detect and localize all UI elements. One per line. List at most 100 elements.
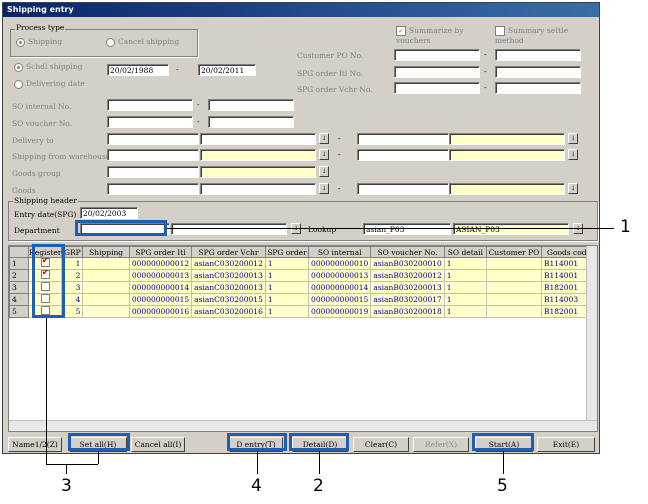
horizontal-scrollbar[interactable] (9, 420, 597, 431)
table-row[interactable]: 3 3 000000000014 asianC030200013 1 0000000000… (9, 281, 597, 294)
cancel-all-button[interactable]: Cancel all(I) (131, 437, 185, 452)
name-toggle-button[interactable]: Name1/2(Z) (8, 437, 62, 452)
warehouse-code-to[interactable] (357, 149, 449, 161)
callout-line-1 (167, 228, 614, 229)
delivery-to-lookup-button-2[interactable]: ↓ (568, 133, 578, 144)
delivery-to-label: Delivery to (12, 136, 54, 145)
window-title: Shipping entry (3, 3, 599, 17)
cell-ord: 1 (264, 293, 310, 306)
spg-order-itl-from[interactable] (394, 66, 480, 78)
exit-button[interactable]: Exit(E) (537, 437, 595, 452)
callout-3: 3 (61, 476, 72, 496)
cell-cpo (485, 257, 542, 270)
spg-order-itl-to[interactable] (495, 66, 581, 78)
cell-sod: 1 (443, 257, 487, 270)
grid-column-header[interactable]: SPG order (264, 246, 310, 258)
spg-order-vchr-from[interactable] (394, 82, 480, 94)
date-to-field[interactable]: 20/02/2011 (198, 64, 256, 76)
delivery-to-code-from[interactable] (107, 133, 199, 145)
refer-button[interactable]: Refer(X) (413, 437, 469, 452)
grid-header-row: Register GRP Shipping SPG order Itl SPG orde… (9, 246, 597, 258)
vertical-scrollbar[interactable] (586, 246, 597, 431)
so-internal-to[interactable] (208, 99, 294, 111)
grid-column-header[interactable]: Shipping (82, 246, 130, 258)
warehouse-code-from[interactable] (107, 149, 199, 161)
cell-ord: 1 (264, 269, 310, 282)
so-voucher-to[interactable] (208, 116, 294, 128)
radio-cancel-shipping[interactable]: Cancel shipping (106, 37, 179, 47)
cell-sod: 1 (443, 281, 487, 294)
table-row[interactable]: 5 5 000000000016 asianC030200016 1 0000000000… (9, 305, 597, 318)
cell-cpo (485, 281, 542, 294)
table-row[interactable]: 11000000000012asianC03020001210000000000… (9, 257, 597, 270)
department-highlight (75, 220, 167, 236)
warehouse-name-to (449, 149, 565, 161)
shipping-header-label: Shipping header (13, 196, 78, 205)
warehouse-lookup-button[interactable]: ↓ (319, 149, 329, 160)
goods-lookup-button-2[interactable]: ↓ (568, 183, 578, 194)
lookup-name-field: ASIAN_P03 (453, 223, 569, 235)
spg-order-itl-label: SPG order Itl No. (297, 69, 363, 78)
goods-group-name (200, 166, 316, 178)
entry-date-field[interactable]: 20/02/2003 (80, 207, 138, 219)
grid-column-header[interactable]: SO voucher No. (370, 246, 445, 258)
table-row[interactable]: 4 4 000000000015 asianC030200015 1 0000000000… (9, 293, 597, 306)
customer-po-to[interactable] (495, 49, 581, 61)
summary-settle-method-checkbox[interactable]: Summary settle method (495, 26, 585, 45)
cell-soi: 000000000013 (308, 269, 372, 282)
goods-code-to[interactable] (357, 183, 449, 195)
cell-sov: asianB030200012 (370, 269, 445, 282)
grid-column-header[interactable]: SPG order Vchr (191, 246, 266, 258)
goods-code-from[interactable] (107, 183, 199, 195)
summarize-by-vouchers-checkbox[interactable]: ✓ Summarize by vouchers (396, 26, 476, 45)
cell-soi: 000000000019 (308, 305, 372, 318)
cell-sod: 1 (443, 293, 487, 306)
delivery-to-lookup-button[interactable]: ↓ (319, 133, 329, 144)
clear-button[interactable]: Clear(C) (353, 437, 409, 452)
goods-group-code[interactable] (107, 166, 199, 178)
radio-icon (16, 37, 25, 47)
table-row[interactable]: 22000000000013asianC03020001310000000000… (9, 269, 597, 282)
so-voucher-from[interactable] (107, 116, 193, 128)
cell-cpo (485, 305, 542, 318)
empty-row (10, 398, 597, 408)
empty-row (10, 358, 597, 368)
goods-group-lookup-button[interactable]: ↓ (319, 166, 329, 177)
cell-sov: asianB030200013 (370, 281, 445, 294)
spg-order-vchr-label: SPG order Vchr No. (297, 85, 373, 94)
range-separator: - (176, 65, 179, 74)
callout-line-4 (257, 451, 258, 474)
grid-column-header[interactable]: SPG order Itl (128, 246, 193, 258)
spg-order-vchr-to[interactable] (495, 82, 581, 94)
cell-soi: 000000000010 (308, 257, 372, 270)
row-number: 1 (9, 257, 30, 270)
cell-ord: 1 (264, 281, 310, 294)
callout-line-3a (46, 318, 47, 464)
cell-cpo (485, 293, 542, 306)
cell-itl: 000000000014 (128, 281, 193, 294)
customer-po-label: Customer PO No. (297, 51, 364, 60)
warehouse-lookup-button-2[interactable]: ↓ (568, 149, 578, 160)
radio-shipping[interactable]: Shipping (16, 37, 62, 47)
cell-itl: 000000000015 (128, 293, 193, 306)
radio-schdl-shipping[interactable]: Schdl shipping (14, 62, 82, 72)
d-entry-highlight (227, 433, 287, 451)
range-separator: - (484, 50, 487, 59)
so-internal-from[interactable] (107, 99, 193, 111)
grid-column-header[interactable]: Customer PO (485, 246, 542, 258)
grid-column-header[interactable]: SO internal (308, 246, 372, 258)
range-separator: - (338, 184, 341, 193)
delivery-to-code-to[interactable] (357, 133, 449, 145)
cell-ship (82, 293, 130, 306)
lookup-code-field[interactable]: asian_P03 (363, 223, 451, 235)
customer-po-from[interactable] (394, 49, 480, 61)
cell-itl: 000000000016 (128, 305, 193, 318)
cell-soi: 000000000014 (308, 281, 372, 294)
goods-lookup-button[interactable]: ↓ (319, 183, 329, 194)
grid-column-header[interactable] (9, 246, 30, 258)
date-from-field[interactable]: 20/02/1988 (107, 64, 169, 76)
set-all-highlight (68, 433, 130, 451)
grid-column-header[interactable]: SO detail (443, 246, 487, 258)
range-separator: - (484, 83, 487, 92)
radio-delivering-date[interactable]: Delivering date (14, 79, 85, 89)
